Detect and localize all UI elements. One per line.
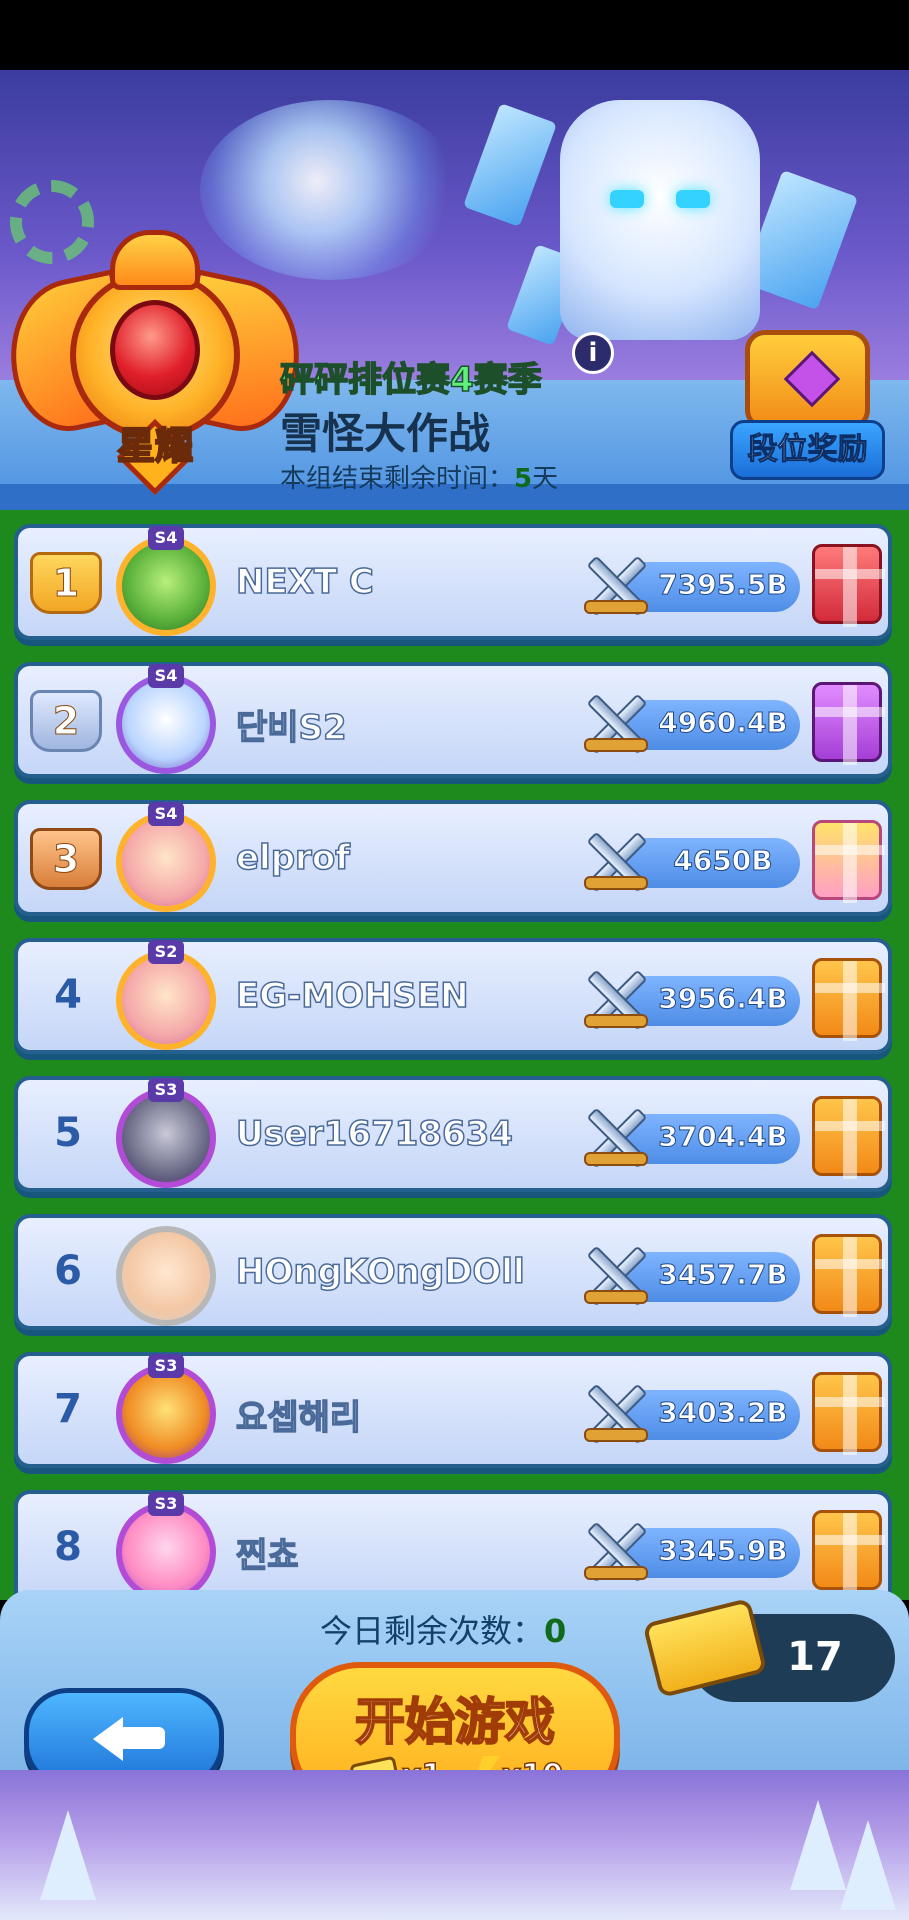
- player-name: User16718634: [235, 1113, 513, 1155]
- event-title: 雪怪大作战: [280, 409, 491, 458]
- player-name: EG-MOHSEN: [235, 975, 469, 1017]
- player-score: 3457.7B: [658, 1258, 788, 1292]
- gift-icon[interactable]: [812, 958, 885, 1041]
- leaderboard-row[interactable]: 7 S3 요셉해리 3403.2B: [14, 1352, 892, 1468]
- player-score: 4960.4B: [658, 706, 788, 740]
- player-name: HOngKOngDOll: [235, 1251, 525, 1293]
- gift-icon[interactable]: [812, 682, 885, 765]
- avatar[interactable]: [116, 1364, 216, 1464]
- crown-icon: [110, 230, 200, 290]
- rank-number: 7: [54, 1386, 82, 1432]
- leaderboard-row[interactable]: 6 HOngKOngDOll 3457.7B: [14, 1214, 892, 1330]
- snowy-tree: [840, 1820, 896, 1910]
- gold-medal-icon: 1: [30, 552, 102, 614]
- gift-icon[interactable]: [812, 1234, 885, 1317]
- player-name: NEXT C: [235, 561, 374, 603]
- player-name: elprof: [235, 837, 350, 879]
- ice-crystal: [462, 103, 558, 227]
- snowy-tree: [40, 1810, 96, 1900]
- ticket-count: 17: [787, 1634, 843, 1680]
- player-score: 7395.5B: [658, 568, 788, 602]
- rank-reward-label: 段位奖励: [730, 420, 885, 480]
- golem-eye: [676, 190, 710, 208]
- rank-number: 8: [54, 1524, 82, 1570]
- gift-icon[interactable]: [812, 820, 885, 903]
- season-tag: S3: [148, 1354, 184, 1378]
- remaining-time-unit: 天: [532, 464, 559, 494]
- remaining-plays: 今日剩余次数：0: [320, 1606, 566, 1652]
- season-tag: S4: [148, 802, 184, 826]
- gift-icon[interactable]: [812, 1096, 885, 1179]
- player-score: 3345.9B: [658, 1534, 788, 1568]
- remaining-time-label: 本组结束剩余时间：: [280, 464, 515, 494]
- player-name: 요셉해리: [235, 1397, 362, 1439]
- avatar[interactable]: [116, 950, 216, 1050]
- snow-golem-illustration: [560, 100, 760, 340]
- leaderboard-list[interactable]: 1 S4 NEXT C 7395.5B 2 S4 단비S2 4960.4B 3 …: [0, 510, 909, 1600]
- season-tag: S2: [148, 940, 184, 964]
- gift-icon[interactable]: [812, 1510, 885, 1593]
- remaining-time: 本组结束剩余时间：5天: [280, 458, 558, 495]
- rank-number: 4: [54, 972, 82, 1018]
- avatar[interactable]: [116, 812, 216, 912]
- crossed-swords-icon: [578, 1100, 654, 1176]
- player-name: 단비S2: [235, 707, 347, 749]
- crossed-swords-icon: [578, 686, 654, 762]
- info-icon[interactable]: i: [572, 332, 614, 374]
- avatar[interactable]: [116, 1502, 216, 1600]
- leaderboard-row[interactable]: 2 S4 단비S2 4960.4B: [14, 662, 892, 778]
- snow-background: [0, 1770, 909, 1920]
- crossed-swords-icon: [578, 824, 654, 900]
- leaderboard-row[interactable]: 3 S4 elprof 4650B: [14, 800, 892, 916]
- season-tag: S3: [148, 1492, 184, 1516]
- remaining-plays-value: 0: [544, 1612, 567, 1650]
- bronze-medal-icon: 3: [30, 828, 102, 890]
- crossed-swords-icon: [578, 1238, 654, 1314]
- crossed-swords-icon: [578, 1514, 654, 1590]
- avatar[interactable]: [116, 1088, 216, 1188]
- leaderboard-row[interactable]: 8 S3 찐쵸 3345.9B: [14, 1490, 892, 1600]
- remaining-time-value: 5: [514, 464, 533, 494]
- gift-icon[interactable]: [812, 1372, 885, 1455]
- rank-number: 5: [54, 1110, 82, 1156]
- snowy-tree: [790, 1800, 846, 1890]
- rank-reward-button[interactable]: 段位奖励: [730, 330, 885, 490]
- player-score: 4650B: [673, 844, 773, 878]
- season-tag: S4: [148, 664, 184, 688]
- treasure-chest-icon: [745, 330, 870, 430]
- crossed-swords-icon: [578, 1376, 654, 1452]
- player-score: 3956.4B: [658, 982, 788, 1016]
- season-title: 砰砰排位赛4赛季: [279, 359, 542, 401]
- crossed-swords-icon: [578, 548, 654, 624]
- gem-icon: [110, 300, 200, 400]
- rank-number: 6: [54, 1248, 82, 1294]
- leaderboard-row[interactable]: 5 S3 User16718634 3704.4B: [14, 1076, 892, 1192]
- silver-medal-icon: 2: [30, 690, 102, 752]
- rank-badge: 星耀: [0, 230, 315, 500]
- leaderboard-row[interactable]: 4 S2 EG-MOHSEN 3956.4B: [14, 938, 892, 1054]
- rank-name: 星耀: [116, 423, 194, 469]
- remaining-plays-label: 今日剩余次数：: [320, 1612, 545, 1650]
- arrow-left-icon: [93, 1717, 165, 1761]
- season-tag: S4: [148, 526, 184, 550]
- start-game-label: 开始游戏: [354, 1692, 556, 1752]
- avatar[interactable]: [116, 1226, 216, 1326]
- season-tag: S3: [148, 1078, 184, 1102]
- avatar[interactable]: [116, 674, 216, 774]
- leaderboard-row[interactable]: 1 S4 NEXT C 7395.5B: [14, 524, 892, 640]
- crossed-swords-icon: [578, 962, 654, 1038]
- player-score: 3403.2B: [658, 1396, 788, 1430]
- gift-icon[interactable]: [812, 544, 885, 627]
- player-name: 찐쵸: [235, 1535, 299, 1577]
- player-score: 3704.4B: [658, 1120, 788, 1154]
- status-bar: [0, 0, 909, 70]
- avatar[interactable]: [116, 536, 216, 636]
- golem-eye: [610, 190, 644, 208]
